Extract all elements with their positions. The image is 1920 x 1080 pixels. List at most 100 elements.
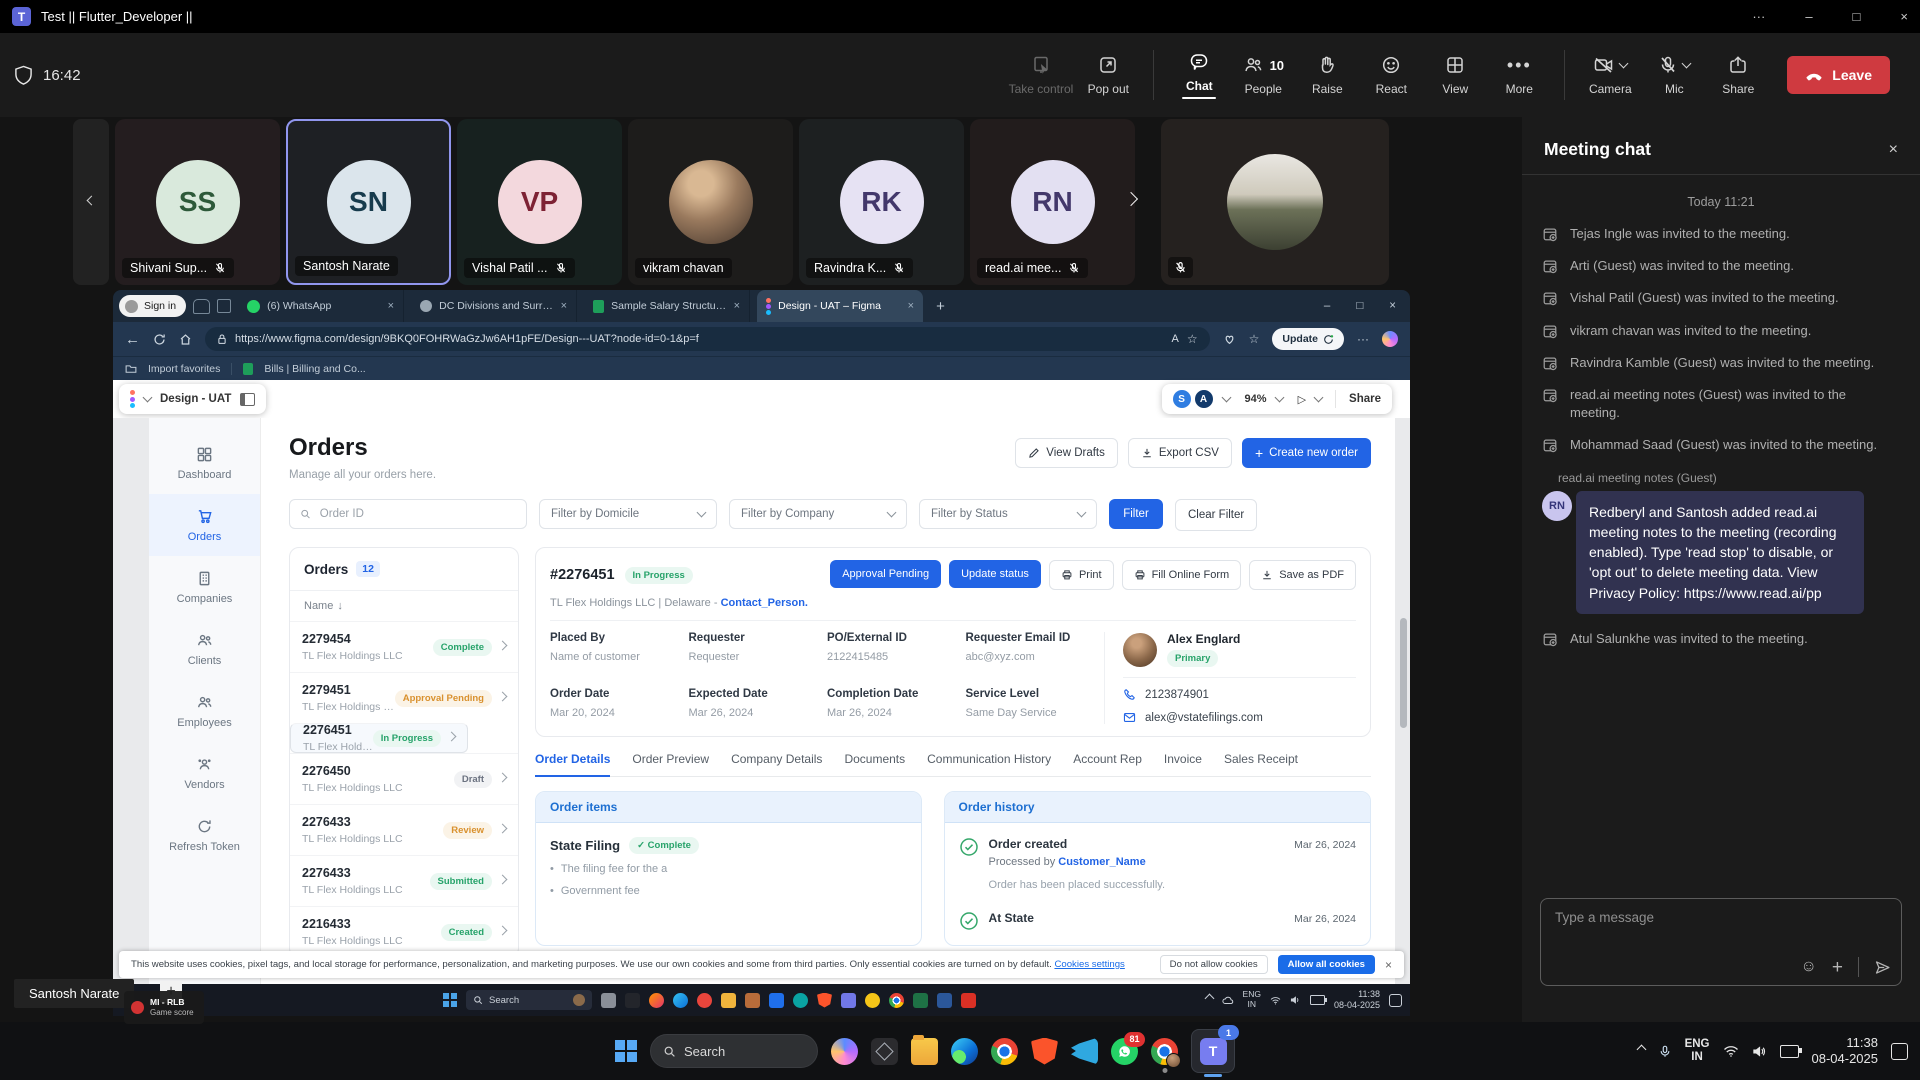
sidebar-item-companies[interactable]: Companies bbox=[149, 556, 260, 618]
figma-file-pill[interactable]: Design - UAT bbox=[119, 384, 266, 414]
brave-icon[interactable] bbox=[817, 993, 832, 1008]
react-button[interactable]: React bbox=[1362, 40, 1420, 110]
pop-out-button[interactable]: Pop out bbox=[1079, 40, 1137, 110]
browser-signin-button[interactable]: Sign in bbox=[119, 295, 186, 317]
battery-icon[interactable] bbox=[1780, 1045, 1799, 1058]
browser-profile-icon[interactable] bbox=[193, 299, 210, 314]
canvas-scrollbar[interactable] bbox=[1400, 618, 1407, 728]
scroll-right-button[interactable] bbox=[1126, 191, 1136, 209]
tab-actions-icon[interactable] bbox=[217, 299, 231, 313]
collaborator-avatar[interactable]: S bbox=[1173, 390, 1191, 408]
copilot-icon[interactable] bbox=[831, 1038, 858, 1065]
sort-descending-icon[interactable]: ↓ bbox=[337, 600, 343, 612]
filter-status-select[interactable]: Filter by Status bbox=[919, 499, 1097, 529]
clear-filter-button[interactable]: Clear Filter bbox=[1175, 499, 1257, 531]
participant-tile-santosh[interactable]: SN Santosh Narate bbox=[286, 119, 451, 285]
chat-input-box[interactable]: ☺ + bbox=[1540, 898, 1902, 986]
start-button[interactable] bbox=[615, 1040, 637, 1062]
view-drafts-button[interactable]: View Drafts bbox=[1015, 438, 1118, 468]
app-icon[interactable] bbox=[865, 993, 880, 1008]
outlook-icon[interactable] bbox=[769, 993, 784, 1008]
file-explorer-icon[interactable] bbox=[911, 1038, 938, 1065]
people-button[interactable]: 10 People bbox=[1234, 40, 1292, 110]
notification-icon[interactable] bbox=[1389, 994, 1402, 1007]
sidebar-item-refresh-token[interactable]: Refresh Token bbox=[149, 804, 260, 866]
chat-button[interactable]: Chat bbox=[1170, 40, 1228, 110]
cookie-close-icon[interactable]: × bbox=[1385, 958, 1392, 972]
edge-icon[interactable] bbox=[951, 1038, 978, 1065]
bookmark-bills[interactable]: Bills | Billing and Co... bbox=[264, 363, 365, 375]
app-icon[interactable] bbox=[745, 993, 760, 1008]
send-icon[interactable] bbox=[1874, 959, 1891, 976]
figma-share-button[interactable]: Share bbox=[1349, 393, 1381, 405]
view-button[interactable]: View bbox=[1426, 40, 1484, 110]
home-icon[interactable] bbox=[179, 333, 192, 346]
language-indicator[interactable]: ENGIN bbox=[1243, 990, 1261, 1010]
tray-expand-icon[interactable] bbox=[1636, 1045, 1646, 1055]
allow-cookies-button[interactable]: Allow all cookies bbox=[1278, 955, 1375, 974]
browser-menu-icon[interactable]: ··· bbox=[1357, 332, 1369, 346]
tray-expand-icon[interactable] bbox=[1204, 994, 1214, 1004]
tab-whatsapp[interactable]: (6) WhatsApp × bbox=[238, 290, 404, 322]
back-icon[interactable]: ← bbox=[125, 331, 140, 348]
chat-close-icon[interactable]: × bbox=[1889, 141, 1898, 159]
new-tab-button[interactable]: + bbox=[936, 298, 945, 315]
browser-essentials-icon[interactable] bbox=[1223, 333, 1236, 345]
presented-search-box[interactable]: Search bbox=[466, 990, 592, 1010]
participant-tile-readai[interactable]: RN read.ai mee... bbox=[970, 119, 1135, 285]
folder-icon[interactable] bbox=[721, 993, 736, 1008]
filter-button[interactable]: Filter bbox=[1109, 499, 1163, 529]
tab-salary-sheet[interactable]: Sample Salary Structure with calc × bbox=[584, 290, 750, 322]
taskbar-search-box[interactable]: Search bbox=[650, 1034, 818, 1068]
tab-order-details[interactable]: Order Details bbox=[535, 752, 610, 777]
camera-options-chevron-icon[interactable] bbox=[1619, 59, 1629, 69]
volume-icon[interactable] bbox=[1290, 995, 1301, 1005]
opera-icon[interactable] bbox=[697, 993, 712, 1008]
collaborator-avatar[interactable]: A bbox=[1194, 389, 1214, 409]
refresh-icon[interactable] bbox=[153, 333, 166, 346]
sidebar-item-clients[interactable]: Clients bbox=[149, 618, 260, 680]
presented-clock[interactable]: 11:3808-04-2025 bbox=[1334, 989, 1380, 1011]
emoji-icon[interactable]: ☺ bbox=[1801, 959, 1817, 975]
filter-company-select[interactable]: Filter by Company bbox=[729, 499, 907, 529]
chat-message-input[interactable] bbox=[1553, 909, 1893, 926]
print-button[interactable]: Print bbox=[1049, 560, 1114, 590]
mic-tray-icon[interactable] bbox=[1658, 1044, 1672, 1059]
mic-button[interactable]: Mic bbox=[1645, 40, 1703, 110]
tab-close-icon[interactable]: × bbox=[561, 300, 567, 312]
create-new-order-button[interactable]: + Create new order bbox=[1242, 438, 1371, 468]
chrome-profile-icon[interactable] bbox=[1151, 1038, 1178, 1065]
chrome-icon[interactable] bbox=[889, 993, 904, 1008]
contact-email[interactable]: alex@vstatefilings.com bbox=[1145, 712, 1263, 724]
window-minimize-icon[interactable]: – bbox=[1805, 9, 1812, 24]
figma-canvas[interactable]: Dashboard Orders Companies Clients Emplo… bbox=[113, 418, 1410, 984]
sidebar-item-dashboard[interactable]: Dashboard bbox=[149, 432, 260, 494]
tab-company-details[interactable]: Company Details bbox=[731, 752, 822, 776]
excel-icon[interactable] bbox=[913, 993, 928, 1008]
participant-tile-photo[interactable] bbox=[1161, 119, 1389, 285]
raise-hand-button[interactable]: Raise bbox=[1298, 40, 1356, 110]
participant-tile-ravindra[interactable]: RK Ravindra K... bbox=[799, 119, 964, 285]
import-favorites-link[interactable]: Import favorites bbox=[148, 363, 220, 375]
window-more-icon[interactable]: ··· bbox=[1752, 9, 1765, 24]
read-aloud-icon[interactable]: A bbox=[1172, 333, 1179, 345]
favorites-bar-icon[interactable]: ☆ bbox=[1249, 332, 1260, 346]
browser-minimize-icon[interactable]: – bbox=[1324, 300, 1330, 312]
tab-dc-divisions[interactable]: DC Divisions and Surroundings × bbox=[411, 290, 577, 322]
browser-maximize-icon[interactable]: □ bbox=[1356, 300, 1363, 312]
browser-close-icon[interactable]: × bbox=[1389, 300, 1396, 312]
fill-online-form-button[interactable]: Fill Online Form bbox=[1122, 560, 1242, 590]
tab-invoice[interactable]: Invoice bbox=[1164, 752, 1202, 776]
attach-icon[interactable]: + bbox=[1832, 958, 1843, 977]
firefox-icon[interactable] bbox=[649, 993, 664, 1008]
order-id-search[interactable] bbox=[289, 499, 527, 529]
sidebar-item-employees[interactable]: Employees bbox=[149, 680, 260, 742]
scroll-left-button[interactable] bbox=[73, 119, 109, 285]
teams-icon[interactable] bbox=[841, 993, 856, 1008]
app-icon[interactable] bbox=[601, 993, 616, 1008]
sidebar-item-orders[interactable]: Orders bbox=[149, 494, 260, 556]
tab-close-icon[interactable]: × bbox=[734, 300, 740, 312]
deny-cookies-button[interactable]: Do not allow cookies bbox=[1160, 955, 1268, 974]
copilot-icon[interactable] bbox=[1382, 331, 1398, 347]
order-row[interactable]: 2216433TL Flex Holdings LLC Created bbox=[290, 906, 518, 957]
